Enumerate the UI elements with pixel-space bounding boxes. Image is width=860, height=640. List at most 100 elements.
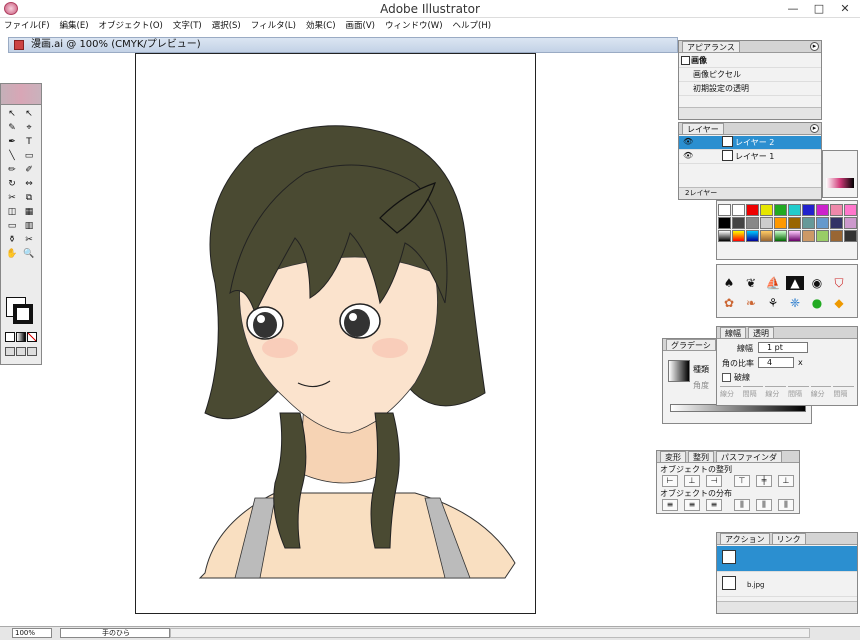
swatch-none[interactable] (718, 204, 731, 216)
align-right-icon[interactable]: ⊣ (706, 475, 722, 487)
swatch[interactable] (844, 204, 857, 216)
none-mode-button[interactable] (27, 332, 37, 342)
symbol-sprayer-tool-icon[interactable]: ◫ (5, 206, 19, 218)
dashed-checkbox[interactable] (722, 373, 731, 382)
swatch[interactable] (844, 230, 857, 242)
swatch[interactable] (774, 217, 787, 229)
type-tool-icon[interactable]: T (22, 136, 36, 148)
layer-row[interactable]: レイヤー 1 (679, 150, 821, 164)
tab-stroke[interactable]: 線幅 (720, 327, 746, 338)
swatch[interactable] (816, 204, 829, 216)
zoom-field[interactable]: 100% (12, 628, 52, 638)
link-row[interactable]: b.jpg (717, 573, 857, 597)
align-left-icon[interactable]: ⊢ (662, 475, 678, 487)
tab-align[interactable]: 整列 (688, 451, 714, 462)
direct-selection-tool-icon[interactable]: ↖ (22, 108, 36, 120)
menu-window[interactable]: ウィンドウ(W) (385, 18, 443, 34)
gradient-tool-icon[interactable]: ▥ (22, 220, 36, 232)
screen-mode-full-button[interactable] (16, 347, 26, 356)
gap-field-label[interactable]: 間隔 (742, 386, 764, 402)
grass-icon[interactable]: ⚘ (764, 296, 782, 310)
mesh-tool-icon[interactable]: ▭ (5, 220, 19, 232)
document-tab[interactable]: 漫画.ai @ 100% (CMYK/プレビュー) (8, 37, 678, 53)
color-ramp[interactable] (826, 178, 854, 188)
swatch[interactable] (746, 204, 759, 216)
scale-tool-icon[interactable]: ⇔ (22, 178, 36, 190)
sailboat-icon[interactable]: ⛵ (764, 276, 782, 290)
tab-pathfinder[interactable]: パスファインダ (716, 451, 782, 462)
swatch[interactable] (830, 204, 843, 216)
tab-transparency[interactable]: 透明 (748, 327, 774, 338)
panel-menu-icon[interactable]: ▸ (810, 124, 819, 133)
distribute-right-icon[interactable]: ⫼ (778, 499, 794, 511)
maximize-button[interactable]: □ (806, 0, 832, 18)
minimize-button[interactable]: — (780, 0, 806, 18)
pen-tool-icon[interactable]: ✒ (5, 136, 19, 148)
screen-mode-normal-button[interactable] (5, 347, 15, 356)
layer-row-selected[interactable]: レイヤー 2 (679, 136, 821, 150)
fish-orange-icon[interactable]: ◆ (830, 296, 848, 310)
swatch[interactable] (732, 230, 745, 242)
pencil-tool-icon[interactable]: ✐ (22, 164, 36, 176)
swatch[interactable] (830, 230, 843, 242)
screen-mode-full-menu-button[interactable] (27, 347, 37, 356)
visibility-eye-icon[interactable]: 👁 (683, 151, 693, 160)
swatch[interactable] (788, 204, 801, 216)
swatch[interactable] (816, 230, 829, 242)
distribute-left-icon[interactable]: ⫼ (734, 499, 750, 511)
horizontal-scrollbar[interactable] (170, 628, 810, 638)
align-hcenter-icon[interactable]: ⊥ (684, 475, 700, 487)
menu-select[interactable]: 選択(S) (212, 18, 241, 34)
distribute-top-icon[interactable]: ≡ (662, 499, 678, 511)
menu-filter[interactable]: フィルタ(L) (251, 18, 296, 34)
selection-tool-icon[interactable]: ↖ (5, 108, 19, 120)
align-bottom-icon[interactable]: ⊥ (778, 475, 794, 487)
tab-gradient[interactable]: グラデーシ (666, 339, 716, 350)
swatch-registration[interactable] (732, 204, 745, 216)
menu-object[interactable]: オブジェクト(O) (99, 18, 163, 34)
distribute-hcenter-icon[interactable]: ⫼ (756, 499, 772, 511)
gap-field-label[interactable]: 間隔 (788, 386, 809, 402)
rectangle-tool-icon[interactable]: ▭ (22, 150, 36, 162)
hand-tool-icon[interactable]: ✋ (5, 248, 19, 260)
swatch[interactable] (802, 204, 815, 216)
swatch[interactable] (760, 230, 773, 242)
tab-transform[interactable]: 変形 (660, 451, 686, 462)
miter-limit-input[interactable]: 4 (758, 357, 794, 368)
distribute-vcenter-icon[interactable]: ≡ (684, 499, 700, 511)
current-tool-display[interactable]: 手のひら (60, 628, 170, 638)
stroke-swatch[interactable] (13, 304, 33, 324)
target-icon[interactable]: ◉ (808, 276, 826, 290)
close-button[interactable]: ✕ (832, 0, 858, 18)
tab-actions[interactable]: アクション (720, 533, 770, 544)
menu-file[interactable]: ファイル(F) (4, 18, 50, 34)
swatch[interactable] (732, 217, 745, 229)
menu-help[interactable]: ヘルプ(H) (453, 18, 492, 34)
swatch[interactable] (760, 217, 773, 229)
swatch[interactable] (746, 217, 759, 229)
swatch[interactable] (816, 217, 829, 229)
tab-links[interactable]: リンク (771, 533, 806, 544)
swatch[interactable] (774, 204, 787, 216)
gradient-mode-button[interactable] (16, 332, 26, 342)
tab-appearance[interactable]: アピアランス (682, 41, 740, 52)
line-tool-icon[interactable]: ╲ (5, 150, 19, 162)
color-mode-button[interactable] (5, 332, 15, 342)
link-row-selected[interactable] (717, 546, 857, 572)
magic-wand-tool-icon[interactable]: ✎ (5, 122, 19, 134)
warp-tool-icon[interactable]: ✂ (5, 192, 19, 204)
shield-icon[interactable]: ⛉ (830, 276, 848, 290)
appearance-row[interactable]: 初期設定の透明 (679, 82, 821, 96)
swatch[interactable] (844, 217, 857, 229)
visibility-eye-icon[interactable]: 👁 (683, 137, 693, 146)
align-top-icon[interactable]: ⊤ (734, 475, 750, 487)
flower-icon[interactable]: ✿ (720, 296, 738, 310)
scissors-tool-icon[interactable]: ✂ (22, 234, 36, 246)
swatch[interactable] (746, 230, 759, 242)
swatch[interactable] (788, 217, 801, 229)
dash-field-label[interactable]: 線分 (720, 386, 741, 402)
graph-tool-icon[interactable]: ▦ (22, 206, 36, 218)
swatch[interactable] (830, 217, 843, 229)
butterfly-icon[interactable]: ❈ (786, 296, 804, 310)
spade-icon[interactable]: ♠ (720, 276, 738, 290)
